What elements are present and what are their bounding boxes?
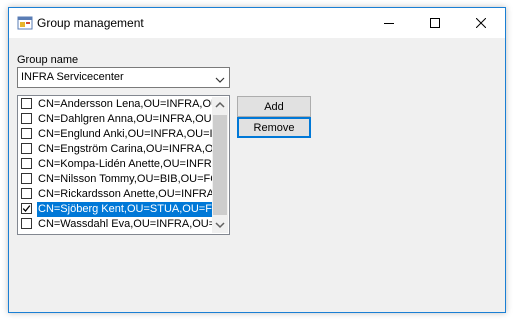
- members-scrollbar[interactable]: [212, 97, 228, 233]
- chevron-down-icon[interactable]: [215, 73, 225, 83]
- scroll-thumb[interactable]: [213, 115, 227, 215]
- list-item-label: CN=Nilsson Tommy,OU=BIB,OU=FC: [38, 173, 213, 185]
- scroll-down-button[interactable]: [212, 217, 228, 233]
- list-item-label: CN=Englund Anki,OU=INFRA,OU=I: [38, 128, 213, 140]
- list-item[interactable]: CN=Dahlgren Anna,OU=INFRA,OU: [19, 112, 213, 127]
- list-item-label: CN=Kompa-Lidén Anette,OU=INFR: [38, 158, 212, 170]
- checkbox[interactable]: [21, 98, 32, 109]
- list-item-label: CN=Dahlgren Anna,OU=INFRA,OU: [38, 113, 212, 125]
- check-icon: [22, 205, 31, 212]
- group-name-value: INFRA Servicecenter: [21, 71, 124, 83]
- app-form-icon: [17, 15, 33, 31]
- minimize-icon: [384, 23, 394, 24]
- list-item-label: CN=Andersson Lena,OU=INFRA,OU: [38, 98, 213, 110]
- group-name-combobox[interactable]: INFRA Servicecenter: [17, 67, 230, 88]
- maximize-icon: [430, 18, 440, 28]
- close-button[interactable]: [458, 8, 504, 38]
- chevron-down-icon: [215, 222, 225, 229]
- list-item[interactable]: CN=Engström Carina,OU=INFRA,OU: [19, 142, 213, 157]
- group-management-window: Group management Group name INFRA Servic…: [8, 7, 506, 313]
- close-icon: [476, 18, 486, 28]
- add-button[interactable]: Add: [237, 96, 311, 117]
- list-item-label: CN=Engström Carina,OU=INFRA,OU: [38, 143, 213, 155]
- maximize-button[interactable]: [412, 8, 458, 38]
- minimize-button[interactable]: [366, 8, 412, 38]
- checkbox[interactable]: [21, 158, 32, 169]
- title-bar[interactable]: Group management: [9, 8, 505, 38]
- members-checked-listbox[interactable]: CN=Andersson Lena,OU=INFRA,OU CN=Dahlgren…: [17, 95, 230, 235]
- checkbox[interactable]: [21, 128, 32, 139]
- checkbox[interactable]: [21, 218, 32, 229]
- members-list: CN=Andersson Lena,OU=INFRA,OU CN=Dahlgren…: [19, 97, 213, 232]
- list-item[interactable]: CN=Kompa-Lidén Anette,OU=INFR: [19, 157, 213, 172]
- group-name-label: Group name: [17, 54, 79, 66]
- checkbox-checked[interactable]: [21, 203, 32, 214]
- list-item-label: CN=Wassdahl Eva,OU=INFRA,OU=: [38, 218, 213, 230]
- list-item[interactable]: CN=Andersson Lena,OU=INFRA,OU: [19, 97, 213, 112]
- scroll-up-button[interactable]: [212, 97, 228, 113]
- list-item[interactable]: CN=Englund Anki,OU=INFRA,OU=I: [19, 127, 213, 142]
- list-item[interactable]: CN=Rickardsson Anette,OU=INFRA: [19, 187, 213, 202]
- checkbox[interactable]: [21, 173, 32, 184]
- list-item-label: CN=Sjöberg Kent,OU=STUA,OU=F: [37, 202, 213, 217]
- checkbox[interactable]: [21, 143, 32, 154]
- chevron-up-icon: [215, 101, 225, 108]
- list-item[interactable]: CN=Nilsson Tommy,OU=BIB,OU=FC: [19, 172, 213, 187]
- list-item-label: CN=Rickardsson Anette,OU=INFRA: [38, 188, 213, 200]
- list-item[interactable]: CN=Sjöberg Kent,OU=STUA,OU=F: [19, 202, 213, 217]
- remove-button[interactable]: Remove: [237, 117, 311, 138]
- list-item[interactable]: CN=Wassdahl Eva,OU=INFRA,OU=: [19, 217, 213, 232]
- checkbox[interactable]: [21, 188, 32, 199]
- checkbox[interactable]: [21, 113, 32, 124]
- window-title: Group management: [37, 16, 144, 30]
